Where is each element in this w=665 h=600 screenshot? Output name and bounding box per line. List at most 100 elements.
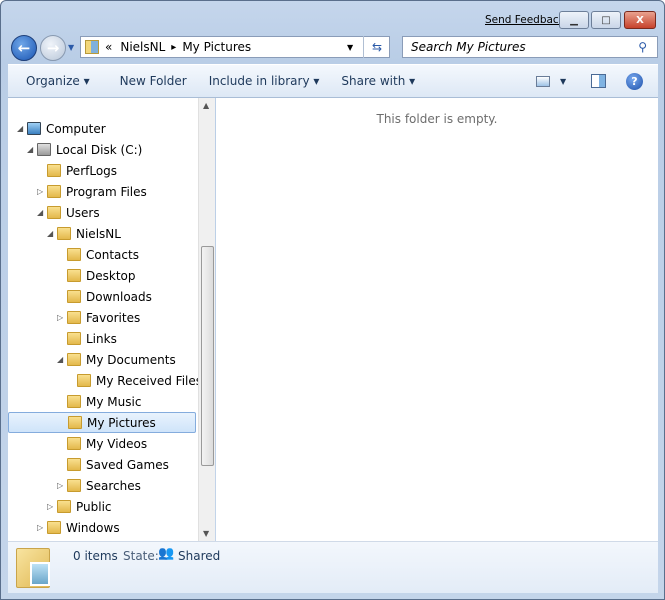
tree-item-label: Public [76, 499, 112, 514]
breadcrumb-separator-icon[interactable]: ▸ [171, 42, 176, 53]
view-dropdown-icon[interactable]: ▼ [560, 77, 566, 86]
tree-item-label: My Videos [86, 436, 148, 451]
tree-item-my-received-files[interactable]: My Received Files [8, 370, 198, 391]
command-bar: Organize ▾ New Folder Include in library… [8, 64, 658, 98]
shared-users-icon: 👥 [158, 546, 175, 561]
expand-arrow-icon[interactable]: ▷ [37, 187, 43, 196]
share-with-button[interactable]: Share with ▾ [331, 74, 425, 88]
folder-icon [77, 374, 91, 387]
scroll-up-icon[interactable]: ▲ [203, 101, 209, 110]
breadcrumb-my-pictures[interactable]: My Pictures [182, 40, 251, 54]
folder-pictures-icon [85, 40, 99, 54]
folder-icon [67, 437, 81, 450]
collapse-arrow-icon[interactable]: ◢ [47, 229, 53, 238]
address-dropdown-icon[interactable]: ▼ [347, 43, 353, 52]
tree-item-downloads[interactable]: Downloads [8, 286, 196, 307]
tree-item-links[interactable]: Links [8, 328, 196, 349]
tree-item-saved-games[interactable]: Saved Games [8, 454, 196, 475]
preview-pane-icon[interactable] [591, 74, 606, 88]
tree-item-label: Users [66, 205, 100, 220]
tree-item-label: Links [86, 331, 117, 346]
expand-arrow-icon[interactable]: ▷ [47, 502, 53, 511]
tree-item-perflogs[interactable]: PerfLogs [8, 160, 196, 181]
tree-item-users[interactable]: ◢ Users [8, 202, 196, 223]
folder-icon [67, 395, 81, 408]
tree-item-desktop[interactable]: Desktop [8, 265, 196, 286]
tree-item-favorites[interactable]: ▷ Favorites [8, 307, 196, 328]
state-label: State: [123, 549, 159, 563]
maximize-button[interactable]: □ [591, 11, 621, 29]
folder-icon [67, 332, 81, 345]
tree-item-public[interactable]: ▷ Public [8, 496, 196, 517]
picture-thumbnail-icon [30, 562, 50, 586]
tree-item-label: NielsNL [76, 226, 121, 241]
folder-icon [67, 353, 81, 366]
breadcrumb-nielsnl[interactable]: NielsNL [120, 40, 165, 54]
tree-item-my-pictures[interactable]: My Pictures [8, 412, 196, 433]
close-button[interactable]: X [624, 11, 656, 29]
tree-item-local-disk-c[interactable]: ◢ Local Disk (C:) [8, 139, 196, 160]
search-input[interactable]: Search My Pictures ⚲ [402, 36, 658, 58]
search-icon[interactable]: ⚲ [638, 40, 647, 54]
tree-item-computer[interactable]: ◢ Computer [8, 118, 196, 139]
collapse-arrow-icon[interactable]: ◢ [57, 355, 63, 364]
help-icon[interactable]: ? [626, 72, 643, 90]
tree-item-my-documents[interactable]: ◢ My Documents [8, 349, 196, 370]
tree-item-label: Desktop [86, 268, 136, 283]
folder-icon [57, 227, 71, 240]
details-pane: 0 items State: 👥 Shared [8, 541, 658, 593]
tree-item-label: My Received Files [96, 373, 198, 388]
send-feedback-link[interactable]: Send Feedback [485, 14, 565, 26]
folder-icon [68, 416, 82, 429]
tree-scrollbar[interactable]: ▲ ▼ [198, 98, 215, 541]
folder-icon [67, 479, 81, 492]
drive-icon [37, 143, 51, 156]
folder-icon [67, 269, 81, 282]
computer-icon [27, 122, 41, 135]
search-placeholder: Search My Pictures [411, 40, 526, 54]
scrollbar-thumb[interactable] [201, 246, 214, 466]
tree-item-my-videos[interactable]: My Videos [8, 433, 196, 454]
folder-icon [47, 164, 61, 177]
tree-item-searches[interactable]: ▷ Searches [8, 475, 196, 496]
tree-item-program-files[interactable]: ▷ Program Files [8, 181, 196, 202]
collapse-arrow-icon[interactable]: ◢ [17, 124, 23, 133]
include-in-library-button[interactable]: Include in library ▾ [199, 74, 330, 88]
new-folder-button[interactable]: New Folder [110, 74, 197, 88]
folder-icon [67, 290, 81, 303]
breadcrumb-overflow[interactable]: « [105, 40, 112, 54]
tree-item-label: My Documents [86, 352, 176, 367]
tree-item-label: PerfLogs [66, 163, 118, 178]
collapse-arrow-icon[interactable]: ◢ [27, 145, 33, 154]
tree-item-contacts[interactable]: Contacts [8, 244, 196, 265]
tree-item-label: Computer [46, 121, 106, 136]
tree-item-nielsnl[interactable]: ◢ NielsNL [8, 223, 196, 244]
empty-folder-message: This folder is empty. [376, 112, 498, 126]
address-bar[interactable]: « NielsNL ▸ My Pictures ▼ ⇆ [80, 36, 390, 58]
minimize-button[interactable]: ▁ [559, 11, 589, 29]
scroll-down-icon[interactable]: ▼ [203, 529, 209, 538]
item-count: 0 items [73, 549, 118, 563]
folder-icon [47, 521, 61, 534]
recent-pages-dropdown[interactable]: ▼ [68, 43, 74, 52]
tree-item-windows[interactable]: ▷ Windows [8, 517, 196, 538]
folder-icon [47, 206, 61, 219]
collapse-arrow-icon[interactable]: ◢ [37, 208, 43, 217]
tree-item-label: Favorites [86, 310, 141, 325]
expand-arrow-icon[interactable]: ▷ [57, 313, 63, 322]
folder-icon [57, 500, 71, 513]
forward-button[interactable]: → [40, 35, 66, 61]
organize-button[interactable]: Organize ▾ [16, 74, 100, 88]
tree-item-label: Downloads [86, 289, 152, 304]
folder-icon [67, 311, 81, 324]
refresh-button[interactable]: ⇆ [363, 36, 390, 58]
state-value: Shared [178, 549, 221, 563]
back-button[interactable]: ← [11, 35, 37, 61]
tree-item-my-music[interactable]: My Music [8, 391, 196, 412]
file-list[interactable]: This folder is empty. [216, 98, 658, 541]
change-view-icon[interactable] [536, 75, 550, 87]
expand-arrow-icon[interactable]: ▷ [37, 523, 43, 532]
expand-arrow-icon[interactable]: ▷ [57, 481, 63, 490]
folder-icon [67, 458, 81, 471]
tree-item-label: My Music [86, 394, 142, 409]
